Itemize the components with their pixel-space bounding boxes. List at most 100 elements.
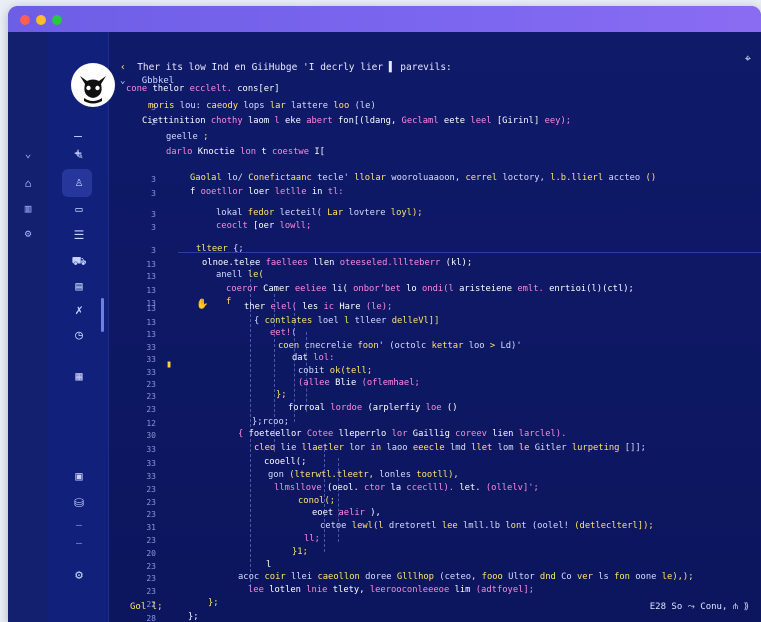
tools-icon[interactable]: ✗ (70, 304, 88, 318)
code-line[interactable]: ceoclt [oer lowll; (216, 221, 311, 232)
code-line[interactable]: };rcoo; (252, 417, 289, 428)
code-line[interactable]: cetoe lewl(l dretoretl lee lmll.lb lont … (320, 521, 654, 532)
title-bar (8, 6, 761, 32)
home-icon[interactable]: ⌂ (19, 177, 37, 191)
code-line[interactable]: geelle ; (166, 132, 208, 143)
line-number: 30 (146, 431, 156, 440)
indent-guide (274, 294, 275, 452)
line-number: 33 (146, 343, 156, 352)
image-icon[interactable]: ▣ (70, 469, 88, 483)
line-number: 23 (146, 562, 156, 571)
dash-icon: – (75, 538, 83, 549)
code-line[interactable]: ther elel( les ic Hare (le); (244, 302, 392, 313)
status-left[interactable]: Gol l; (130, 602, 163, 612)
line-number: 13 (146, 330, 156, 339)
line-number: 23 (146, 485, 156, 494)
line-number: 23 (146, 510, 156, 519)
code-line[interactable]: llmsllove (oeol. ctor la cceclll). let. … (274, 483, 539, 494)
document-icon[interactable]: ▦ (70, 369, 88, 383)
stack-icon[interactable]: ▤ (70, 279, 88, 293)
clock-icon[interactable]: ◷ (70, 329, 88, 343)
code-editor[interactable]: ‹ Ther its low Ind en GiiHubge 'I decrly… (108, 32, 761, 622)
list-icon[interactable]: ☰ (70, 228, 88, 242)
code-line[interactable]: (allee Blie (oflemhael; (298, 378, 420, 389)
line-number: 3 (151, 246, 156, 255)
code-line[interactable]: f (226, 297, 231, 308)
current-line-highlight (178, 252, 761, 253)
file-path-header: ‹ Ther its low Ind en GiiHubge 'I decrly… (120, 62, 452, 73)
code-line[interactable]: eoet aelir ), (312, 508, 381, 519)
chevron-icon[interactable]: ⌄ (19, 147, 37, 161)
book-icon[interactable]: ▥ (19, 202, 37, 216)
code-line[interactable]: lokal fedor lecteil( Lar lovtere loyl); (216, 208, 423, 219)
dash-icon: – (75, 520, 83, 531)
code-line[interactable]: cleo lie llaetler lor in laoo eeecle lmd… (254, 443, 646, 454)
cart-icon[interactable]: ⛟ (70, 254, 88, 268)
sidebar: – + (48, 32, 115, 622)
activity-rail: ⌄ ⌂ ▥ ⚙ (8, 32, 48, 622)
line-number: 13 (146, 272, 156, 281)
bookmark-icon[interactable]: ✋ (196, 299, 208, 310)
line-number: 33 (146, 368, 156, 377)
code-line[interactable]: f ooetllor loer letlle in tl: (190, 187, 344, 198)
line-number: 23 (146, 574, 156, 583)
code-line[interactable]: Ciettinition chothy laom l eke abert fon… (142, 116, 571, 127)
line-number: 12 (146, 419, 156, 428)
code-line[interactable]: l (266, 560, 271, 571)
indent-guide (294, 308, 295, 422)
code-line[interactable]: acoc coir llei caeollon doree Glllhop (c… (238, 572, 694, 583)
code-line[interactable]: conol(; (298, 496, 335, 507)
code-line[interactable]: tlteer {; (196, 244, 244, 255)
code-line[interactable]: cooell(; (264, 457, 306, 468)
pin-icon[interactable]: ⌖ (745, 52, 751, 66)
line-number: 31 (146, 523, 156, 532)
sidebar-scrollbar[interactable] (101, 298, 104, 332)
gear-icon[interactable]: ⚙ (19, 227, 37, 241)
maximize-window-button[interactable] (52, 15, 62, 25)
code-line[interactable]: }; (276, 390, 287, 401)
database-icon[interactable]: ⛁ (70, 496, 88, 510)
line-number: 23 (146, 380, 156, 389)
back-chevron-icon[interactable]: ‹ (120, 62, 126, 73)
line-number: 20 (146, 549, 156, 558)
line-number: 13 (146, 318, 156, 327)
code-line[interactable]: { contlates loel l tlleer delleVl]] (254, 316, 439, 327)
window-icon[interactable]: ▭ (70, 202, 88, 216)
code-line[interactable]: cone thelor ecclelt. cons[er] (126, 84, 280, 95)
code-line[interactable]: }1; (292, 547, 308, 558)
edit-icon[interactable]: ✎ (70, 149, 88, 163)
code-line[interactable]: gon (lterwtl.tleetr, lonles tootll), (268, 470, 459, 481)
indent-guide (250, 264, 251, 592)
code-line[interactable]: anell le( (216, 270, 264, 281)
file-path-label: Ther its low Ind en GiiHubge 'I decrly l… (137, 62, 452, 73)
minimize-window-button[interactable] (36, 15, 46, 25)
status-bar: Gol l; E28 So ⤳ Conu, ⋔ ⟫ (108, 594, 761, 622)
line-number: 33 (146, 472, 156, 481)
code-line[interactable]: ll; (304, 534, 320, 545)
code-line[interactable]: forroal lordoe (arplerfiy loe () (288, 403, 458, 414)
code-line[interactable]: { foeteellor Cotee lleperrlo lor Gaillig… (238, 429, 566, 440)
code-line[interactable]: Gaolal lo/ Conefictaanc tecle' llolar wo… (190, 173, 656, 184)
user-icon[interactable]: ♙ (70, 176, 88, 190)
status-right[interactable]: E28 So ⤳ Conu, ⋔ ⟫ (650, 602, 749, 612)
indent-guide (324, 444, 325, 552)
code-line[interactable]: olnoe.telee faellees llen oteeseled.lllt… (202, 258, 472, 269)
line-number: 33 (146, 355, 156, 364)
warning-icon[interactable]: ▮ (166, 359, 172, 370)
code-line[interactable]: coen cnecrelie foon' (octolc kettar loo … (278, 341, 522, 352)
line-number: 33 (146, 445, 156, 454)
line-number: 3 (151, 210, 156, 219)
close-window-button[interactable] (20, 15, 30, 25)
code-line[interactable]: coeror Camer eeliee li( onborʼbet lo ond… (226, 284, 634, 295)
code-line[interactable]: cobit ok(tell; (298, 366, 372, 377)
code-line[interactable]: moris lou: caeody lops lar lattere loo (… (148, 101, 376, 112)
line-number: 33 (146, 459, 156, 468)
line-number: 23 (146, 498, 156, 507)
dash-icon[interactable]: – (69, 130, 87, 144)
line-number: 23 (146, 392, 156, 401)
chevron-down-icon[interactable]: ⌄ (120, 76, 125, 86)
settings-icon[interactable]: ⚙ (70, 569, 88, 583)
line-number: 13 (146, 260, 156, 269)
code-line[interactable]: dat lol: (292, 353, 334, 364)
code-line[interactable]: darlo Knoctie lon t coestwe I[ (166, 147, 325, 158)
